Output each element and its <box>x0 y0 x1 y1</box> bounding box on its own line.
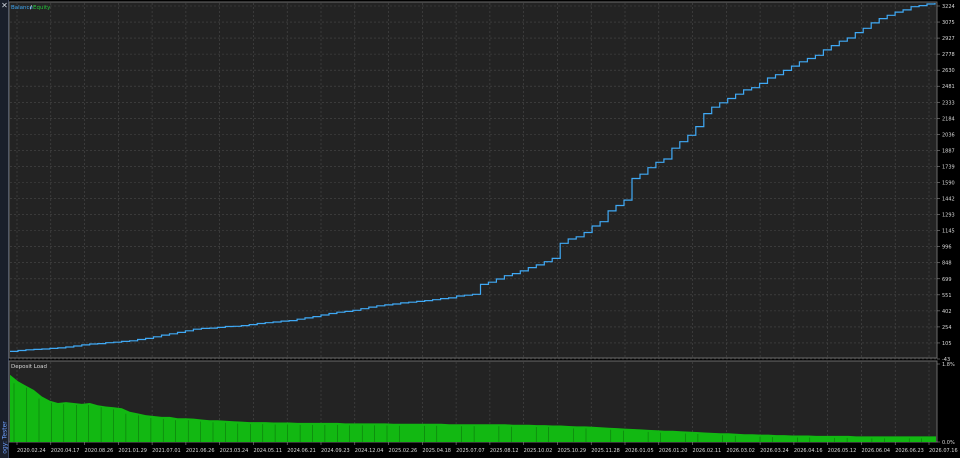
y-tick-label: 699 <box>942 277 952 283</box>
y-tick-label: 2927 <box>942 36 955 42</box>
x-tick-label: 2025.10.29 <box>557 448 586 454</box>
y-tick-label: 848 <box>942 261 952 267</box>
x-tick-label: 2020.04.17 <box>51 448 80 454</box>
x-tick-label: 2025.10.02 <box>524 448 553 454</box>
x-tick-label: 2023.03.24 <box>220 448 249 454</box>
x-tick-label: 2026.01.05 <box>625 448 654 454</box>
y-tick-label: 551 <box>942 293 952 299</box>
sub-y-tick-label: 0.0% <box>942 440 955 446</box>
x-tick-label: 2021.01.29 <box>118 448 147 454</box>
x-tick-label: 2020.08.26 <box>85 448 114 454</box>
x-tick-label: 2026.01.20 <box>659 448 688 454</box>
y-tick-label: 3075 <box>942 20 955 26</box>
y-tick-label: 2778 <box>942 52 955 58</box>
y-tick-label: 2630 <box>942 68 955 74</box>
x-tick-label: 2026.07.16 <box>929 448 958 454</box>
x-tick-label: 2025.07.07 <box>456 448 485 454</box>
y-tick-label: 105 <box>942 341 952 347</box>
x-tick-label: 2024.06.21 <box>287 448 316 454</box>
sub-y-tick-label: 1.8% <box>942 362 955 368</box>
main-chart-panel <box>8 1 938 359</box>
x-tick-label: 2026.05.12 <box>828 448 857 454</box>
y-tick-label: 1442 <box>942 197 955 203</box>
x-tick-label: 2026.06.04 <box>861 448 890 454</box>
y-tick-label: 2036 <box>942 132 955 138</box>
y-tick-label: 402 <box>942 309 952 315</box>
y-tick-label: 2184 <box>942 116 955 122</box>
x-tick-label: 2025.11.28 <box>591 448 620 454</box>
x-tick-label: 2020.02.24 <box>17 448 46 454</box>
x-tick-label: 2026.06.23 <box>895 448 924 454</box>
tester-chart: 3224 3075 2927 2778 2630 2481 2333 2184 2036 1887… <box>8 1 958 454</box>
legend-equity: Equity <box>33 5 51 11</box>
x-tick-label: 2025.04.18 <box>422 448 451 454</box>
x-tick-label: 2026.03.02 <box>726 448 755 454</box>
x-tick-label: 2025.08.12 <box>490 448 519 454</box>
y-tick-label: 1739 <box>942 164 955 170</box>
deposit-load-title: Deposit Load <box>11 364 47 370</box>
x-tick-label: 2025.02.26 <box>389 448 418 454</box>
x-tick-label: 2026.04.16 <box>794 448 823 454</box>
x-tick-label: 2024.09.23 <box>321 448 350 454</box>
y-tick-label: 254 <box>942 325 952 331</box>
x-tick-label: 2024.05.11 <box>253 448 282 454</box>
y-tick-label: 2481 <box>942 84 955 90</box>
y-tick-label: 996 <box>942 245 952 251</box>
x-tick-label: 2026.02.11 <box>693 448 722 454</box>
x-tick-label: 2026.03.24 <box>760 448 789 454</box>
y-tick-label: 2333 <box>942 100 955 106</box>
y-tick-label: 3224 <box>942 4 955 10</box>
y-tick-label: 1590 <box>942 181 955 187</box>
x-tick-label: 2024.12.04 <box>355 448 384 454</box>
y-tick-label: 1293 <box>942 213 955 219</box>
x-tick-label: 2021.06.26 <box>186 448 215 454</box>
y-tick-label: 1887 <box>942 148 955 154</box>
x-tick-label: 2021.07.01 <box>152 448 181 454</box>
y-tick-label: 1145 <box>942 229 955 235</box>
legend-separator: / <box>30 5 32 11</box>
